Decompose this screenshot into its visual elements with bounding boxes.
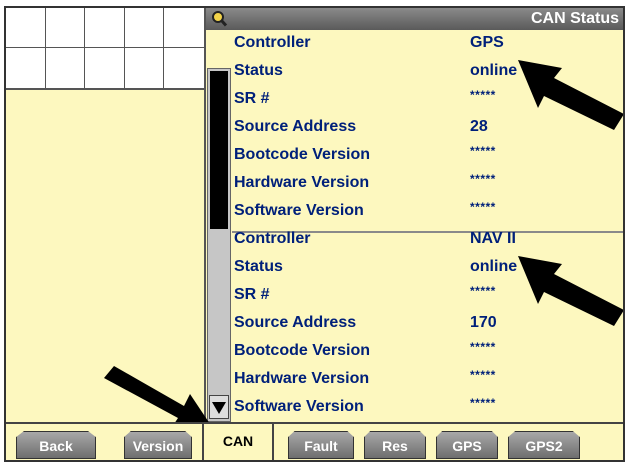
tab-back[interactable]: Back	[16, 431, 96, 459]
row-value: *****	[470, 88, 496, 102]
tab-can[interactable]: CAN	[202, 422, 274, 460]
tab-gps[interactable]: GPS	[436, 431, 498, 459]
row-value: 170	[470, 314, 497, 331]
info-row: Controller NAV II	[234, 226, 623, 252]
shortcut-cell[interactable]	[164, 8, 204, 48]
shortcut-cell[interactable]	[45, 8, 86, 48]
info-row: Hardware Version *****	[234, 366, 623, 392]
info-row: Hardware Version *****	[234, 170, 623, 196]
magnifier-icon	[212, 11, 228, 27]
row-label: Bootcode Version	[234, 146, 371, 163]
row-value: *****	[470, 396, 496, 410]
row-label: Controller	[234, 34, 311, 51]
row-label: Status	[234, 62, 283, 79]
info-row: Bootcode Version *****	[234, 142, 623, 168]
row-value: *****	[470, 200, 496, 214]
tab-version[interactable]: Version	[124, 431, 192, 459]
row-label: Controller	[234, 230, 311, 247]
row-value: *****	[470, 144, 496, 158]
tab-fault[interactable]: Fault	[288, 431, 354, 459]
shortcut-cell[interactable]	[124, 8, 165, 48]
info-row: Software Version *****	[234, 198, 623, 224]
row-label: Hardware Version	[234, 174, 370, 191]
row-label: SR #	[234, 90, 270, 107]
row-label: Software Version	[234, 398, 364, 415]
display-screen: CAN Status Controller GPS Status online …	[4, 6, 625, 462]
shortcut-cell[interactable]	[85, 48, 125, 88]
tab-res[interactable]: Res	[364, 431, 426, 459]
shortcut-cell[interactable]	[85, 8, 125, 48]
scrollbar-thumb[interactable]	[210, 71, 228, 229]
row-value: *****	[470, 284, 496, 298]
row-label: SR #	[234, 286, 270, 303]
row-value: *****	[470, 172, 496, 186]
row-value: 28	[470, 118, 488, 135]
tab-gps2[interactable]: GPS2	[508, 431, 580, 459]
callout-arrow-icon	[518, 60, 623, 130]
row-label: Software Version	[234, 202, 364, 219]
shortcut-cell[interactable]	[6, 48, 46, 88]
shortcut-grid	[6, 8, 206, 90]
shortcut-cell[interactable]	[125, 48, 165, 88]
row-value: *****	[470, 340, 496, 354]
row-value: NAV II	[470, 230, 516, 247]
row-label: Source Address	[234, 314, 357, 331]
row-value: online	[470, 258, 518, 275]
callout-arrow-icon	[518, 256, 623, 326]
row-label: Status	[234, 258, 283, 275]
shortcut-cell[interactable]	[46, 48, 86, 88]
tab-bar: Back Version CAN Fault Res GPS GPS2	[6, 422, 623, 460]
info-row: Software Version *****	[234, 394, 623, 420]
info-row: Bootcode Version *****	[234, 338, 623, 364]
title-bar: CAN Status	[206, 8, 623, 30]
row-label: Bootcode Version	[234, 342, 371, 359]
page-title: CAN Status	[530, 10, 619, 27]
row-value: *****	[470, 368, 496, 382]
row-value: online	[470, 62, 518, 79]
shortcut-cell[interactable]	[6, 8, 46, 48]
info-row: Controller GPS	[234, 30, 623, 56]
row-label: Source Address	[234, 118, 357, 135]
row-label: Hardware Version	[234, 370, 370, 387]
row-value: GPS	[470, 34, 504, 51]
shortcut-cell[interactable]	[164, 48, 204, 88]
